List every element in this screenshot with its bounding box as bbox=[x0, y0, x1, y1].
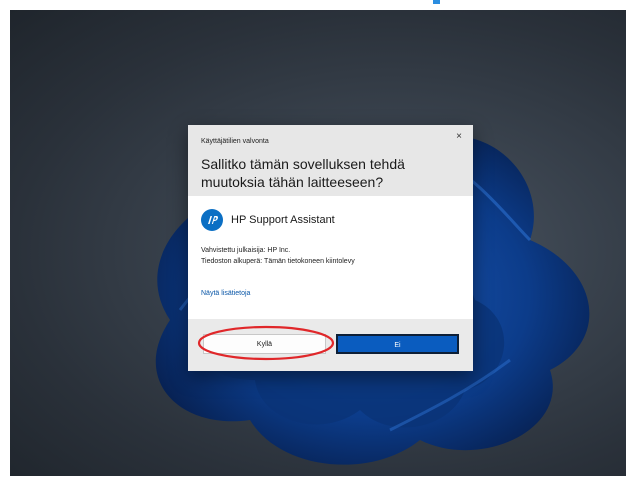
uac-dialog-header: Käyttäjätilien valvonta × Sallitko tämän… bbox=[188, 125, 473, 196]
app-name: HP Support Assistant bbox=[231, 214, 335, 226]
app-row: HP Support Assistant bbox=[201, 209, 335, 231]
uac-dialog-footer: Kyllä Ei bbox=[188, 319, 473, 371]
top-strip-mark bbox=[433, 0, 440, 4]
no-button[interactable]: Ei bbox=[336, 334, 459, 354]
uac-dialog: Käyttäjätilien valvonta × Sallitko tämän… bbox=[188, 125, 473, 371]
origin-line: Tiedoston alkuperä: Tämän tietokoneen ki… bbox=[201, 258, 355, 265]
uac-question: Sallitko tämän sovelluksen tehdä muutoks… bbox=[201, 156, 405, 190]
top-strip bbox=[0, 0, 636, 10]
yes-button[interactable]: Kyllä bbox=[203, 334, 326, 354]
hp-logo-icon bbox=[201, 209, 223, 231]
uac-dialog-caption: Käyttäjätilien valvonta bbox=[201, 138, 269, 145]
show-details-link[interactable]: Näytä lisätietoja bbox=[201, 290, 250, 297]
close-icon[interactable]: × bbox=[452, 130, 466, 144]
publisher-info: Vahvistettu julkaisija: HP Inc. Tiedosto… bbox=[201, 245, 355, 267]
publisher-line: Vahvistettu julkaisija: HP Inc. bbox=[201, 247, 291, 254]
